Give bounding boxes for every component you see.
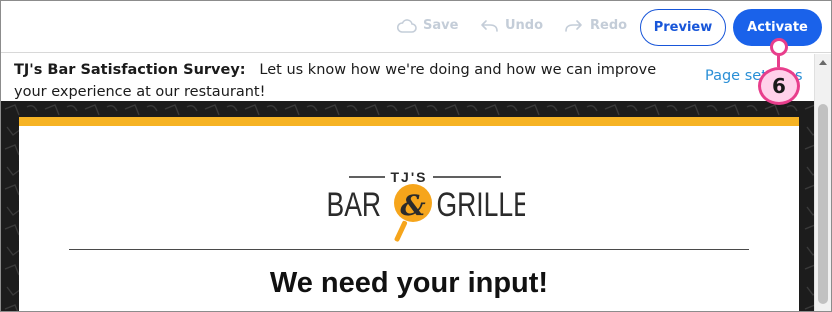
preview-label: Preview	[653, 20, 713, 35]
logo-top-text: TJ'S	[390, 169, 427, 185]
callout-pointer-ring	[770, 38, 788, 56]
save-label: Save	[423, 18, 459, 33]
restaurant-logo: TJ'S BAR & GRILLE	[327, 169, 525, 242]
scrollbar-thumb[interactable]	[818, 104, 828, 304]
header-accent-bar	[19, 117, 799, 126]
callout-connector	[777, 55, 780, 67]
survey-title[interactable]: TJ's Bar Satisfaction Survey: Let us kno…	[14, 59, 684, 103]
redo-arrow-icon	[564, 19, 584, 33]
undo-button[interactable]: Undo	[479, 18, 543, 33]
editor-toolbar: Save Undo Redo Preview Activate	[1, 1, 831, 53]
survey-page-card: TJ'S BAR & GRILLE We need your input!	[19, 117, 799, 311]
scroll-up-arrow-icon[interactable]	[819, 60, 827, 65]
undo-label: Undo	[505, 18, 544, 33]
header-divider	[69, 249, 749, 250]
vertical-scrollbar[interactable]	[814, 54, 831, 311]
save-button[interactable]: Save	[397, 18, 458, 33]
preview-button[interactable]: Preview	[640, 9, 726, 46]
undo-arrow-icon	[479, 19, 499, 33]
cloud-icon	[397, 18, 417, 33]
survey-canvas: TJ'S BAR & GRILLE We need your input!	[1, 101, 814, 311]
activate-label: Activate	[747, 20, 808, 35]
logo-right-text: GRILLE	[437, 186, 525, 224]
survey-title-bar: TJ's Bar Satisfaction Survey: Let us kno…	[1, 54, 831, 101]
logo-left-text: BAR	[327, 186, 382, 224]
redo-button[interactable]: Redo	[564, 18, 627, 33]
redo-label: Redo	[590, 18, 628, 33]
survey-editor-window: Save Undo Redo Preview Activate TJ's Bar…	[0, 0, 832, 312]
callout-number-badge: 6	[758, 67, 800, 105]
page-headline[interactable]: We need your input!	[19, 267, 799, 300]
logo-ampersand: &	[400, 189, 425, 222]
survey-name: TJ's Bar Satisfaction Survey:	[14, 62, 246, 78]
